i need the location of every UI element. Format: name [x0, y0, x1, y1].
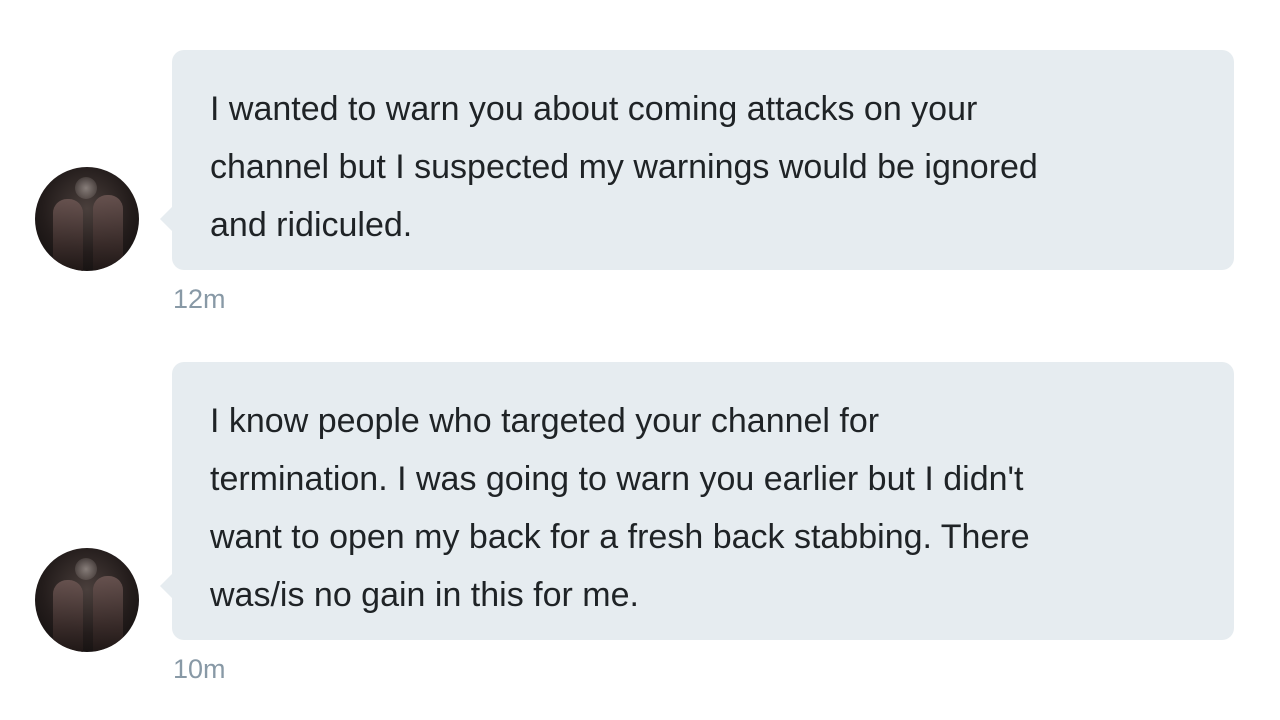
avatar-photo-highlight: [75, 177, 97, 199]
avatar-photo-figure: [53, 199, 83, 271]
avatar[interactable]: [35, 548, 139, 652]
message-timestamp: 12m: [173, 284, 226, 314]
avatar-photo-figure: [93, 576, 123, 652]
message-text: I know people who targeted your channel …: [210, 402, 1030, 614]
avatar[interactable]: [35, 167, 139, 271]
message-text: I wanted to warn you about coming attack…: [210, 90, 1038, 244]
conversation-thread: I wanted to warn you about coming attack…: [0, 0, 1280, 720]
avatar-photo-figure: [53, 580, 83, 652]
message-bubble: I know people who targeted your channel …: [160, 362, 1234, 640]
message-timestamp: 10m: [173, 654, 226, 684]
avatar-photo-figure: [93, 195, 123, 271]
avatar-photo-highlight: [75, 558, 97, 580]
message-bubble: I wanted to warn you about coming attack…: [160, 50, 1234, 270]
